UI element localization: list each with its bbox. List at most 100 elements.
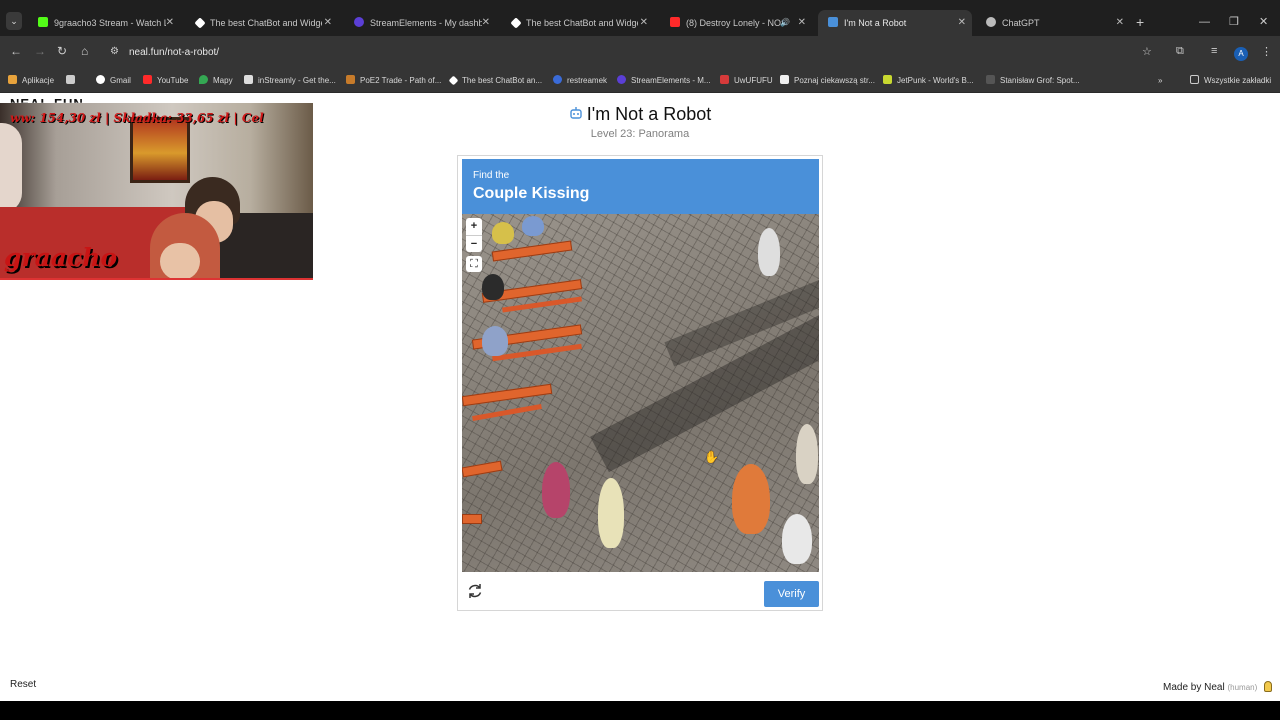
browser-toolbar: ← → ↻ ⌂ ⚙ neal.fun/not-a-robot/ ☆ ⧉ ≡ ⋮: [0, 36, 1280, 70]
zoom-in-button[interactable]: +: [466, 218, 482, 235]
verify-button[interactable]: Verify: [764, 581, 819, 607]
person: [542, 462, 570, 518]
all-bookmarks[interactable]: Wszystkie zakładki: [1190, 74, 1271, 88]
bookmark-apps[interactable]: [66, 74, 80, 88]
maps-icon: [199, 75, 208, 84]
forward-icon[interactable]: →: [34, 44, 46, 58]
panorama-viewer[interactable]: + − ⛶ ✋: [462, 214, 819, 572]
person: [522, 216, 544, 236]
tab-not-a-robot[interactable]: I'm Not a Robot ✕: [818, 10, 972, 36]
bookmark-star-icon[interactable]: ☆: [1142, 45, 1152, 58]
donation-ticker: ww: 154,30 zł | Składka: 33,65 zł | Cel: [10, 111, 264, 125]
apps-icon: [66, 75, 75, 84]
site-info-icon[interactable]: ⚙: [110, 46, 119, 57]
captcha-header: Find the Couple Kissing: [462, 159, 819, 215]
game-header: I'm Not a Robot Level 23: Panorama: [440, 104, 840, 140]
profile-avatar[interactable]: A: [1234, 47, 1248, 61]
person: [598, 478, 624, 548]
bookmark-mapy[interactable]: Mapy: [199, 74, 233, 88]
google-icon: [96, 75, 105, 84]
close-tab-icon[interactable]: ✕: [958, 10, 966, 36]
level-label: Level 23: Panorama: [590, 128, 690, 140]
person: [482, 326, 508, 356]
uwufufu-icon: [720, 75, 729, 84]
made-by-credit[interactable]: Made by Neal (human): [1163, 681, 1273, 693]
reset-button[interactable]: Reset: [10, 679, 36, 690]
fullscreen-icon[interactable]: ⛶: [466, 256, 482, 272]
screen: ⌄ 9graacho3 Stream - Watch Live ✕ The be…: [0, 0, 1280, 720]
tab-search-icon[interactable]: ⌄: [6, 12, 22, 30]
close-tab-icon[interactable]: ✕: [166, 10, 174, 36]
streamelements-favicon-icon: [354, 17, 364, 27]
speaker-icon[interactable]: 🔊: [780, 10, 790, 36]
orange-table: [462, 514, 482, 524]
bookmark-uwufufu[interactable]: UwUFUFU: [720, 74, 773, 88]
youtube-favicon-icon: [670, 17, 680, 27]
chatgpt-favicon-icon: [986, 17, 996, 27]
zoom-controls: + −: [466, 218, 482, 252]
minimize-icon[interactable]: —: [1199, 8, 1210, 36]
refresh-icon[interactable]: [466, 582, 484, 600]
tab-chatgpt[interactable]: ChatGPT ✕: [976, 10, 1130, 36]
bookmark-poe2[interactable]: PoE2 Trade - Path of...: [346, 74, 441, 88]
robot-favicon-icon: [828, 17, 838, 27]
poe-icon: [346, 75, 355, 84]
tab-strip: ⌄ 9graacho3 Stream - Watch Live ✕ The be…: [0, 8, 1280, 36]
chatbot-favicon-icon: [510, 17, 522, 29]
close-tab-icon[interactable]: ✕: [798, 10, 806, 36]
bookmark-gmail[interactable]: Gmail: [96, 74, 131, 88]
captcha-target: Couple Kissing: [473, 185, 590, 202]
new-tab-icon[interactable]: +: [1136, 8, 1144, 36]
tab-youtube[interactable]: (8) Destroy Lonely - NOSTY 🔊 ✕: [660, 10, 812, 36]
tab-kick[interactable]: 9graacho3 Stream - Watch Live ✕: [28, 10, 180, 36]
tab-chatbot-2[interactable]: The best ChatBot and Widgets ✕: [502, 10, 654, 36]
bookmarks-bar: Aplikacje Gmail YouTube Mapy inStreamly …: [0, 70, 1280, 93]
close-tab-icon[interactable]: ✕: [640, 10, 648, 36]
restream-icon: [553, 75, 562, 84]
chatbot-icon: [448, 75, 459, 86]
webcam-overlay: ww: 154,30 zł | Składka: 33,65 zł | Cel …: [0, 103, 313, 280]
screen-bottom-border: [0, 701, 1280, 720]
bookmark-grof[interactable]: Stanisław Grof: Spot...: [986, 74, 1080, 88]
back-icon[interactable]: ←: [10, 44, 22, 58]
bookmark-chatbot[interactable]: The best ChatBot an...: [448, 74, 542, 88]
tab-chatbot-1[interactable]: The best ChatBot and Widgets ✕: [186, 10, 338, 36]
url-text: neal.fun/not-a-robot/: [129, 47, 220, 58]
streamer-brand: graacho: [4, 243, 118, 272]
robot-icon: [570, 107, 582, 119]
restore-icon[interactable]: ❐: [1229, 8, 1239, 36]
home-icon[interactable]: ⌂: [81, 44, 88, 58]
menu-kebab-icon[interactable]: ⋮: [1261, 45, 1272, 58]
person: [782, 514, 812, 564]
close-tab-icon[interactable]: ✕: [324, 10, 332, 36]
youtube-icon: [143, 75, 152, 84]
reload-icon[interactable]: ↻: [57, 44, 67, 58]
tab-streamelements[interactable]: StreamElements - My dashboard ✕: [344, 10, 496, 36]
close-tab-icon[interactable]: ✕: [482, 10, 490, 36]
person: [796, 424, 818, 484]
captcha-prompt: Find the: [473, 170, 510, 181]
extensions-icon[interactable]: ⧉: [1176, 45, 1184, 58]
bookmark-poznaj[interactable]: Poznaj ciekawszą str...: [780, 74, 875, 88]
page-title: I'm Not a Robot: [440, 104, 840, 125]
bookmark-instreamly[interactable]: inStreamly - Get the...: [244, 74, 336, 88]
window-close-icon[interactable]: ✕: [1259, 8, 1268, 36]
bookmark-jetpunk[interactable]: JetPunk - World's B...: [883, 74, 974, 88]
bookmarks-overflow-icon[interactable]: »: [1158, 74, 1162, 88]
streamelements-icon: [617, 75, 626, 84]
captcha-widget: Find the Couple Kissing + − ⛶ ✋ Verify: [457, 155, 823, 611]
bookmark-aplikacje[interactable]: Aplikacje: [8, 74, 54, 88]
poznaj-icon: [780, 75, 789, 84]
bookmark-youtube[interactable]: YouTube: [143, 74, 188, 88]
zoom-out-button[interactable]: −: [466, 235, 482, 252]
bookmark-streamelements[interactable]: StreamElements - M...: [617, 74, 711, 88]
close-tab-icon[interactable]: ✕: [1116, 10, 1124, 36]
person: [492, 222, 514, 244]
address-bar[interactable]: ⚙ neal.fun/not-a-robot/: [104, 41, 1168, 67]
apps-grid-icon: [8, 75, 17, 84]
grof-icon: [986, 75, 995, 84]
folder-icon: [1190, 75, 1199, 84]
bookmark-restreamek[interactable]: restreamek: [553, 74, 607, 88]
page-content: NEAL.FUN ww: 154,30 zł | Składka: 33,65 …: [0, 94, 1280, 701]
media-controls-icon[interactable]: ≡: [1211, 45, 1217, 57]
